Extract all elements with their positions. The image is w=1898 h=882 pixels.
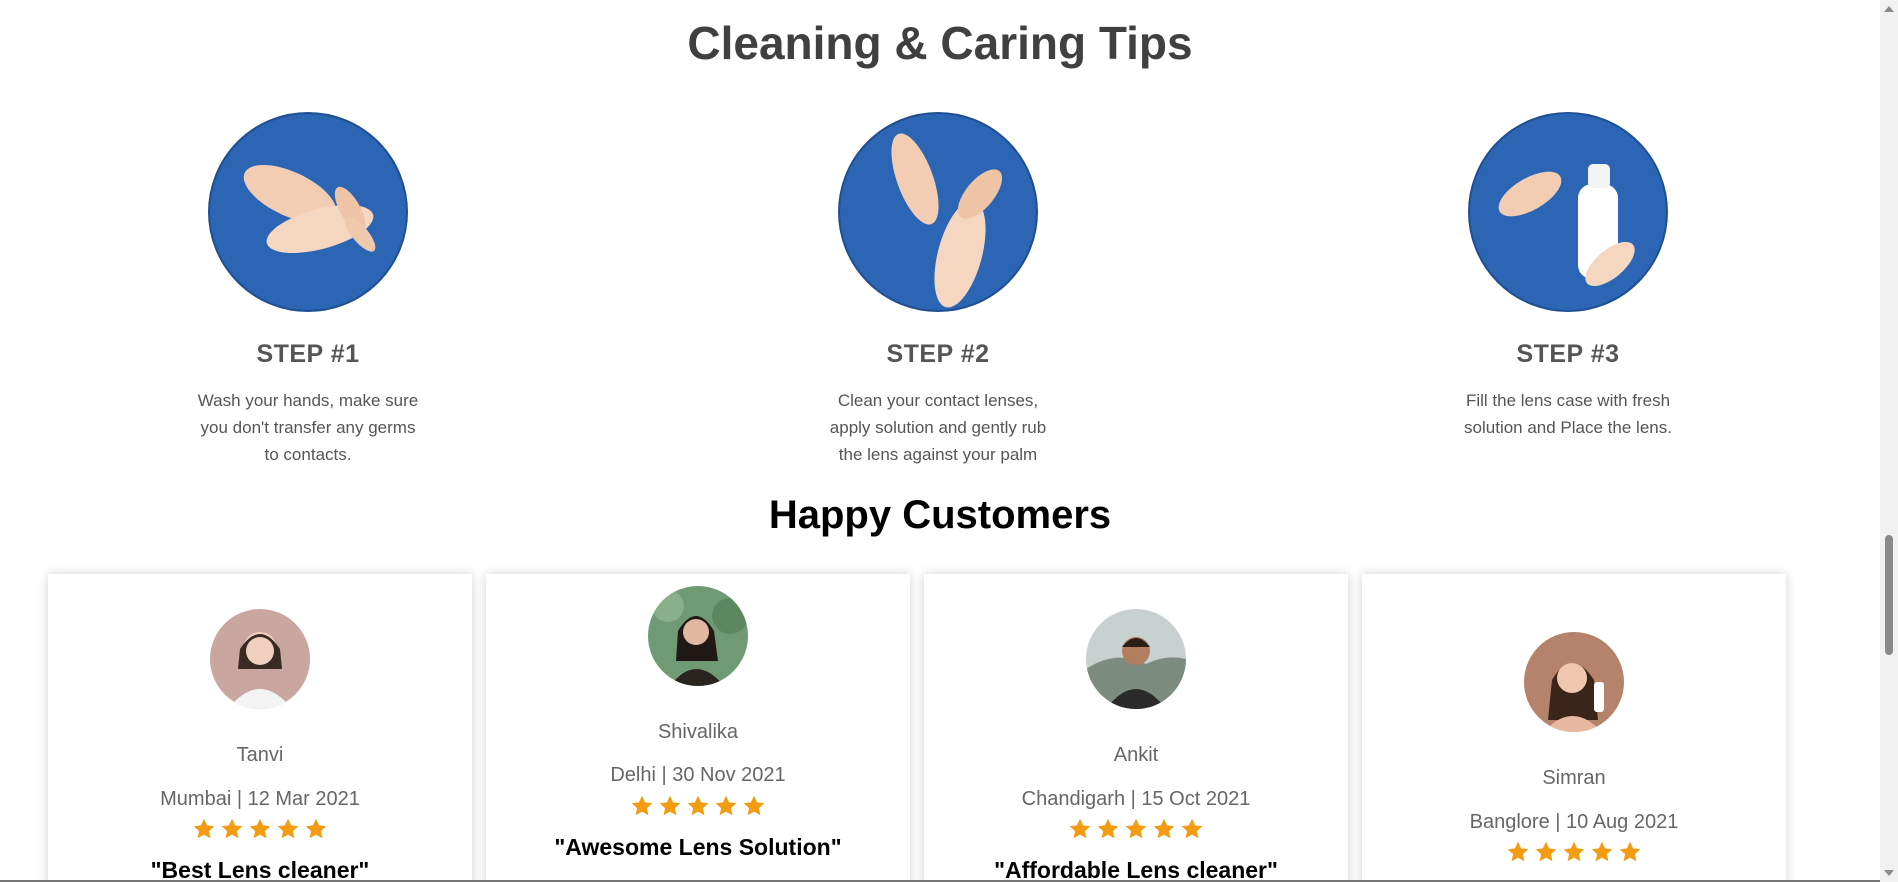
star-icon [1563, 841, 1585, 862]
step-2-description: Clean your contact lenses, apply solutio… [829, 391, 1047, 464]
star-icon [1591, 841, 1613, 862]
customer-location-date: Chandigarh | 15 Oct 2021 [1021, 788, 1251, 810]
star-rating [48, 817, 472, 841]
star-rating [486, 794, 910, 818]
step-1-title: STEP #1 [256, 340, 360, 368]
star-icon [1125, 818, 1147, 839]
star-icon [659, 795, 681, 816]
happy-customers-heading: Happy Customers [768, 493, 1112, 537]
star-icon [193, 818, 215, 839]
star-rating [1362, 840, 1786, 864]
star-icon [631, 795, 653, 816]
step-3-description: Fill the lens case with fresh solution a… [1464, 391, 1672, 437]
testimonial-quote: "Awesome Lens Solution" [554, 834, 842, 860]
customer-location-date: Mumbai | 12 Mar 2021 [160, 788, 360, 810]
step-3-title: STEP #3 [1516, 340, 1620, 368]
customer-name: Simran [1542, 767, 1606, 789]
star-icon [221, 818, 243, 839]
rubbing-lens-image [838, 112, 1038, 312]
step-1: STEP #1 Wash your hands, make sure you d… [148, 112, 468, 468]
step-2: STEP #2 Clean your contact lenses, apply… [778, 112, 1098, 468]
customer-location-date: Delhi | 30 Nov 2021 [610, 764, 786, 786]
washing-hands-image [208, 112, 408, 312]
step-1-description: Wash your hands, make sure you don't tra… [197, 391, 419, 464]
star-icon [277, 818, 299, 839]
testimonial-card: Shivalika Delhi | 30 Nov 2021 "Awesome L… [486, 574, 910, 882]
solution-bottle-image [1468, 112, 1668, 312]
star-icon [1097, 818, 1119, 839]
star-icon [743, 795, 765, 816]
page: Cleaning & Caring Tips STEP #1 Wash your… [0, 0, 1880, 882]
star-icon [1153, 818, 1175, 839]
avatar [1524, 632, 1624, 732]
avatar [648, 586, 748, 686]
star-icon [1619, 841, 1641, 862]
star-icon [1069, 818, 1091, 839]
testimonial-quote: "Affordable Lens cleaner" [994, 857, 1278, 882]
star-icon [305, 818, 327, 839]
testimonial-card: Ankit Chandigarh | 15 Oct 2021 "Affordab… [924, 574, 1348, 882]
customer-location-date: Banglore | 10 Aug 2021 [1469, 811, 1679, 833]
star-icon [1507, 841, 1529, 862]
scroll-up-arrow-icon[interactable] [1884, 6, 1894, 12]
customer-name: Shivalika [657, 721, 739, 743]
star-icon [249, 818, 271, 839]
scroll-down-arrow-icon[interactable] [1884, 870, 1894, 876]
star-rating [924, 817, 1348, 841]
testimonial-card: Simran Banglore | 10 Aug 2021 [1362, 574, 1786, 882]
cleaning-tips-heading: Cleaning & Caring Tips [687, 17, 1193, 69]
star-icon [1535, 841, 1557, 862]
star-icon [715, 795, 737, 816]
customer-name: Ankit [1113, 744, 1159, 766]
star-icon [687, 795, 709, 816]
avatar [210, 609, 310, 709]
avatar [1086, 609, 1186, 709]
step-2-title: STEP #2 [886, 340, 990, 368]
star-icon [1181, 818, 1203, 839]
vertical-scrollbar[interactable] [1880, 0, 1898, 882]
scrollbar-thumb[interactable] [1885, 535, 1893, 655]
step-3: STEP #3 Fill the lens case with fresh so… [1408, 112, 1728, 441]
testimonial-quote: "Best Lens cleaner" [150, 857, 370, 882]
testimonial-card: Tanvi Mumbai | 12 Mar 2021 "Best Lens cl… [48, 574, 472, 882]
customer-name: Tanvi [236, 744, 284, 766]
